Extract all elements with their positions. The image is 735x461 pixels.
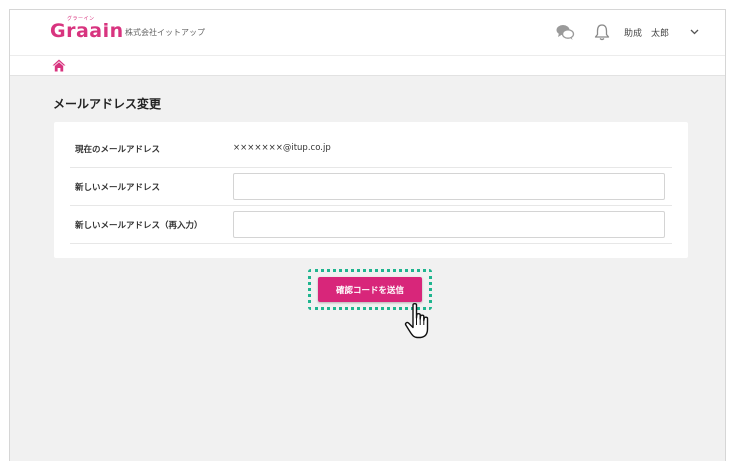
home-icon[interactable] bbox=[52, 59, 66, 72]
chat-icon[interactable] bbox=[555, 23, 575, 41]
current-email-value: ×××××××@itup.co.jp bbox=[233, 143, 331, 153]
confirm-email-input[interactable] bbox=[233, 211, 665, 238]
hand-cursor-icon bbox=[404, 303, 429, 339]
bell-icon[interactable] bbox=[594, 23, 610, 41]
chevron-down-icon[interactable] bbox=[690, 28, 699, 35]
logo-ruby: グラーイン bbox=[67, 16, 95, 22]
page-title: メールアドレス変更 bbox=[53, 97, 162, 111]
current-email-row: 現在のメールアドレス ×××××××@itup.co.jp bbox=[70, 130, 672, 168]
logo-text: Graain bbox=[50, 20, 124, 42]
new-email-input[interactable] bbox=[233, 173, 665, 200]
current-email-label: 現在のメールアドレス bbox=[75, 145, 161, 155]
app-window: グラーイン Graain 株式会社イットアップ 助成 太郎 メールアドレス変更 … bbox=[9, 9, 726, 461]
confirm-email-row: 新しいメールアドレス（再入力） bbox=[70, 206, 672, 244]
email-form-card: 現在のメールアドレス ×××××××@itup.co.jp 新しいメールアドレス… bbox=[54, 122, 688, 258]
logo[interactable]: グラーイン Graain bbox=[50, 16, 124, 45]
new-email-label: 新しいメールアドレス bbox=[75, 183, 161, 193]
company-name: 株式会社イットアップ bbox=[125, 28, 205, 37]
send-code-button[interactable]: 確認コードを送信 bbox=[318, 277, 422, 302]
user-name[interactable]: 助成 太郎 bbox=[624, 26, 669, 39]
confirm-email-label: 新しいメールアドレス（再入力） bbox=[75, 221, 203, 231]
breadcrumb bbox=[10, 56, 725, 76]
header: グラーイン Graain 株式会社イットアップ 助成 太郎 bbox=[10, 10, 725, 56]
new-email-row: 新しいメールアドレス bbox=[70, 168, 672, 206]
